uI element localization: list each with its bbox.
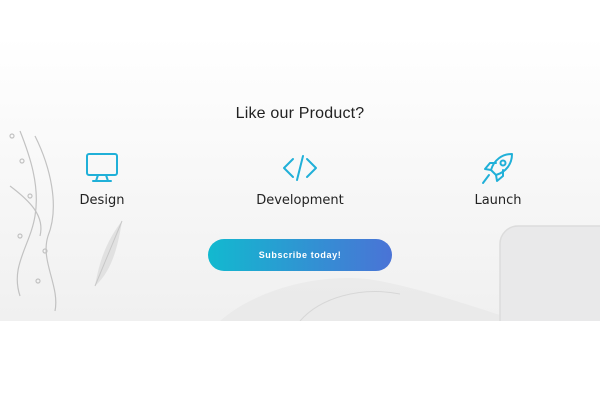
monitor-icon [86, 153, 118, 182]
feature-label-design: Design [79, 193, 125, 208]
feature-label-launch: Launch [474, 193, 522, 208]
code-icon [283, 155, 317, 181]
feature-design: Design [32, 148, 172, 208]
rocket-icon [482, 153, 513, 184]
feature-launch: Launch [428, 148, 568, 208]
section-heading: Like our Product? [235, 105, 365, 122]
hero-section: Like our Product? Design Development Lau… [0, 36, 600, 321]
subscribe-button[interactable]: Subscribe today! [208, 239, 392, 271]
feature-development: Development [230, 148, 370, 208]
feature-label-development: Development [256, 193, 344, 208]
